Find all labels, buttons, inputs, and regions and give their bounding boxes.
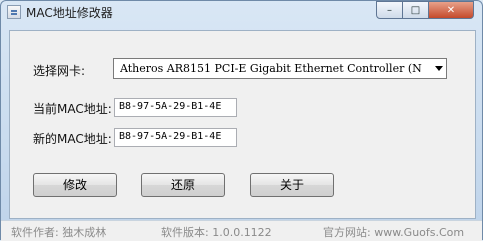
window-title: MAC地址修改器 bbox=[26, 6, 113, 20]
restore-button[interactable]: 还原 bbox=[141, 173, 225, 197]
new-mac-label: 新的MAC地址: bbox=[33, 132, 112, 146]
close-icon: ✕ bbox=[446, 4, 456, 16]
maximize-button[interactable]: □ bbox=[403, 1, 429, 19]
adapter-label: 选择网卡: bbox=[33, 64, 86, 78]
maximize-icon: □ bbox=[410, 4, 421, 16]
current-mac-field[interactable]: B8-97-5A-29-B1-4E bbox=[114, 98, 237, 117]
dropdown-arrow-icon[interactable] bbox=[435, 66, 443, 71]
version-text: 软件版本: 1.0.0.1122 bbox=[161, 226, 272, 239]
close-button[interactable]: ✕ bbox=[429, 1, 474, 19]
caption-buttons: – □ ✕ bbox=[376, 1, 476, 20]
modify-button[interactable]: 修改 bbox=[33, 173, 117, 197]
about-button[interactable]: 关于 bbox=[250, 173, 334, 197]
app-icon bbox=[7, 5, 21, 19]
title-bar[interactable]: MAC地址修改器 – □ ✕ bbox=[1, 1, 482, 23]
adapter-select-value: Atheros AR8151 PCI-E Gigabit Ethernet Co… bbox=[120, 62, 422, 75]
new-mac-field[interactable]: B8-97-5A-29-B1-4E bbox=[114, 128, 237, 147]
status-bar: 软件作者: 独木成林 软件版本: 1.0.0.1122 官方网站: www.Gu… bbox=[1, 220, 482, 241]
website-text[interactable]: 官方网站: www.Guofs.Com bbox=[323, 224, 464, 240]
adapter-select[interactable]: Atheros AR8151 PCI-E Gigabit Ethernet Co… bbox=[113, 58, 447, 79]
app-window: MAC地址修改器 – □ ✕ 选择网卡: Atheros AR8151 PCI-… bbox=[0, 0, 483, 241]
minimize-icon: – bbox=[387, 4, 392, 16]
author-text: 软件作者: 独木成林 bbox=[11, 226, 107, 239]
current-mac-label: 当前MAC地址: bbox=[33, 102, 112, 116]
minimize-button[interactable]: – bbox=[376, 1, 403, 19]
